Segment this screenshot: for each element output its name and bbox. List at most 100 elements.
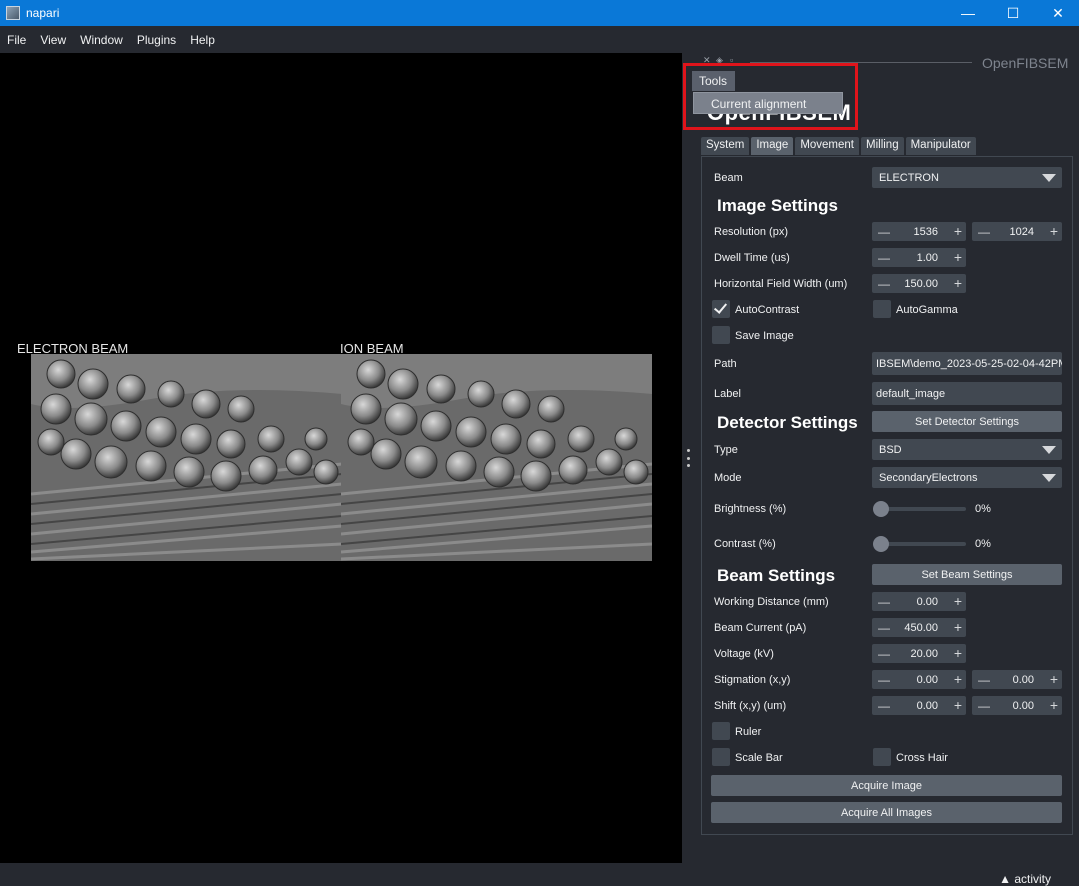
tab-image[interactable]: Image bbox=[751, 137, 794, 155]
menu-view[interactable]: View bbox=[33, 33, 73, 47]
plus-icon[interactable]: + bbox=[954, 697, 962, 713]
menu-window[interactable]: Window bbox=[73, 33, 130, 47]
plus-icon[interactable]: + bbox=[954, 249, 962, 265]
stigmation-y-value: 0.00 bbox=[1012, 674, 1034, 686]
minus-icon[interactable]: — bbox=[978, 673, 990, 687]
beam-label: Beam bbox=[714, 172, 743, 184]
menu-plugins[interactable]: Plugins bbox=[130, 33, 183, 47]
hfw-spinbox[interactable]: — 150.00 + bbox=[872, 274, 966, 293]
detector-mode-select[interactable]: SecondaryElectrons bbox=[872, 467, 1062, 488]
detector-mode-value: SecondaryElectrons bbox=[879, 472, 978, 484]
ruler-label: Ruler bbox=[735, 726, 762, 738]
viewer-canvas[interactable]: ELECTRON BEAM ION BEAM bbox=[0, 53, 682, 863]
minus-icon[interactable]: — bbox=[978, 225, 990, 239]
shift-y-value: 0.00 bbox=[1012, 700, 1034, 712]
hfw-label: Horizontal Field Width (um) bbox=[714, 278, 848, 290]
detector-type-select[interactable]: BSD bbox=[872, 439, 1062, 460]
detector-type-value: BSD bbox=[879, 444, 902, 456]
menu-help[interactable]: Help bbox=[183, 33, 222, 47]
maximize-button[interactable]: ☐ bbox=[990, 0, 1036, 26]
ruler-checkbox[interactable] bbox=[712, 722, 730, 740]
highlight-box bbox=[683, 63, 858, 130]
activity-toggle[interactable]: ▲ activity bbox=[999, 872, 1051, 886]
image-label-field[interactable]: default_image bbox=[872, 382, 1062, 405]
tab-movement[interactable]: Movement bbox=[795, 137, 859, 155]
resolution-y-spinbox[interactable]: — 1024 + bbox=[972, 222, 1062, 241]
shift-x-spinbox[interactable]: — 0.00 + bbox=[872, 696, 966, 715]
save-image-checkbox[interactable] bbox=[712, 326, 730, 344]
brightness-value: 0% bbox=[975, 503, 991, 515]
path-field[interactable]: IBSEM\demo_2023-05-25-02-04-42PM bbox=[872, 352, 1062, 375]
plus-icon[interactable]: + bbox=[1050, 671, 1058, 687]
beam-current-label: Beam Current (pA) bbox=[714, 622, 807, 634]
minimize-button[interactable]: — bbox=[945, 0, 991, 26]
stigmation-y-spinbox[interactable]: — 0.00 + bbox=[972, 670, 1062, 689]
voltage-label: Voltage (kV) bbox=[714, 648, 774, 660]
stigmation-x-spinbox[interactable]: — 0.00 + bbox=[872, 670, 966, 689]
working-distance-spinbox[interactable]: — 0.00 + bbox=[872, 592, 966, 611]
minus-icon[interactable]: — bbox=[878, 595, 890, 609]
napari-app-icon bbox=[6, 6, 20, 20]
minus-icon[interactable]: — bbox=[878, 647, 890, 661]
acquire-all-images-button[interactable]: Acquire All Images bbox=[711, 802, 1062, 823]
dwell-time-spinbox[interactable]: — 1.00 + bbox=[872, 248, 966, 267]
image-settings-heading: Image Settings bbox=[717, 196, 838, 215]
tab-bar: System Image Movement Milling Manipulato… bbox=[701, 137, 978, 156]
beam-current-value: 450.00 bbox=[904, 622, 938, 634]
tab-system[interactable]: System bbox=[701, 137, 750, 155]
set-beam-settings-button[interactable]: Set Beam Settings bbox=[872, 564, 1062, 585]
beam-current-spinbox[interactable]: — 450.00 + bbox=[872, 618, 966, 637]
set-detector-settings-button[interactable]: Set Detector Settings bbox=[872, 411, 1062, 432]
dwell-time-label: Dwell Time (us) bbox=[714, 252, 790, 264]
contrast-slider[interactable] bbox=[873, 536, 966, 552]
plus-icon[interactable]: + bbox=[1050, 697, 1058, 713]
chevron-down-icon bbox=[1042, 446, 1056, 454]
electron-beam-image[interactable] bbox=[31, 354, 342, 561]
resolution-label: Resolution (px) bbox=[714, 226, 788, 238]
stigmation-x-value: 0.00 bbox=[916, 674, 938, 686]
plus-icon[interactable]: + bbox=[954, 671, 962, 687]
save-image-label: Save Image bbox=[735, 330, 794, 342]
minus-icon[interactable]: — bbox=[878, 251, 890, 265]
plus-icon[interactable]: + bbox=[954, 593, 962, 609]
autogamma-checkbox[interactable] bbox=[873, 300, 891, 318]
minus-icon[interactable]: — bbox=[878, 277, 890, 291]
resolution-x-spinbox[interactable]: — 1536 + bbox=[872, 222, 966, 241]
beam-select[interactable]: ELECTRON bbox=[872, 167, 1062, 188]
path-label: Path bbox=[714, 358, 737, 370]
working-distance-value: 0.00 bbox=[916, 596, 938, 608]
minus-icon[interactable]: — bbox=[978, 699, 990, 713]
plus-icon[interactable]: + bbox=[954, 645, 962, 661]
contrast-label: Contrast (%) bbox=[714, 538, 776, 550]
minus-icon[interactable]: — bbox=[878, 621, 890, 635]
minus-icon[interactable]: — bbox=[878, 699, 890, 713]
tab-milling[interactable]: Milling bbox=[861, 137, 904, 155]
plus-icon[interactable]: + bbox=[954, 619, 962, 635]
close-button[interactable]: ✕ bbox=[1035, 0, 1079, 26]
tab-manipulator[interactable]: Manipulator bbox=[905, 137, 976, 155]
cross-hair-checkbox[interactable] bbox=[873, 748, 891, 766]
voltage-spinbox[interactable]: — 20.00 + bbox=[872, 644, 966, 663]
status-bar: ▲ activity bbox=[0, 863, 1079, 886]
menu-file[interactable]: File bbox=[0, 33, 33, 47]
plus-icon[interactable]: + bbox=[1050, 223, 1058, 239]
beam-settings-heading: Beam Settings bbox=[717, 566, 836, 585]
slider-handle[interactable] bbox=[873, 536, 889, 552]
plus-icon[interactable]: + bbox=[954, 275, 962, 291]
scale-bar-label: Scale Bar bbox=[735, 752, 783, 764]
chevron-down-icon bbox=[1042, 174, 1056, 182]
scale-bar-checkbox[interactable] bbox=[712, 748, 730, 766]
beam-select-value: ELECTRON bbox=[879, 172, 939, 184]
splitter-handle[interactable] bbox=[686, 449, 690, 467]
detector-settings-heading: Detector Settings bbox=[717, 413, 858, 432]
acquire-image-button[interactable]: Acquire Image bbox=[711, 775, 1062, 796]
ion-beam-image[interactable] bbox=[341, 354, 652, 561]
minus-icon[interactable]: — bbox=[878, 225, 890, 239]
plus-icon[interactable]: + bbox=[954, 223, 962, 239]
shift-y-spinbox[interactable]: — 0.00 + bbox=[972, 696, 1062, 715]
menu-bar: File View Window Plugins Help bbox=[0, 26, 1079, 53]
slider-handle[interactable] bbox=[873, 501, 889, 517]
minus-icon[interactable]: — bbox=[878, 673, 890, 687]
autocontrast-checkbox[interactable] bbox=[712, 300, 730, 318]
brightness-slider[interactable] bbox=[873, 501, 966, 517]
